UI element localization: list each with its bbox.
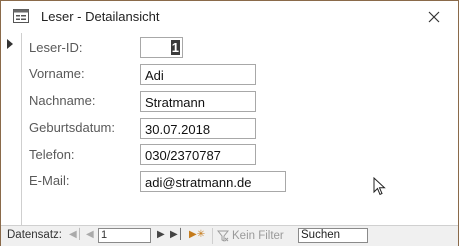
filter-icon <box>217 230 229 242</box>
label-telefon: Telefon: <box>29 147 75 162</box>
label-nachname: Nachname: <box>29 93 96 108</box>
geburtsdatum-field[interactable]: 30.07.2018 <box>140 118 256 139</box>
filter-button[interactable]: Kein Filter <box>212 228 284 244</box>
telefon-field[interactable]: 030/2370787 <box>140 144 256 165</box>
leser-id-field[interactable]: 1 <box>140 37 183 58</box>
new-record-icon[interactable]: ▶✳ <box>189 229 205 240</box>
form-icon <box>13 9 29 23</box>
label-geburtsdatum: Geburtsdatum: <box>29 120 115 135</box>
title-bar: Leser - Detailansicht <box>1 1 458 33</box>
leser-id-value: 1 <box>170 40 180 55</box>
label-vorname: Vorname: <box>29 66 85 81</box>
next-record-icon[interactable]: ▶ <box>157 229 165 240</box>
label-leser-id: Leser-ID: <box>29 40 83 55</box>
current-record-arrow-icon <box>7 39 13 49</box>
record-navigation-bar: Datensatz: ◀│ ◀ 1 ▶ ▶│ ▶✳ Kein Filter Su… <box>1 225 458 246</box>
previous-record-icon[interactable]: ◀ <box>86 229 94 240</box>
window-title: Leser - Detailansicht <box>41 9 160 24</box>
close-icon <box>428 11 440 23</box>
vorname-field[interactable]: Adi <box>140 64 256 85</box>
search-input[interactable]: Suchen <box>298 228 368 243</box>
mouse-pointer-icon <box>373 177 386 196</box>
label-email: E-Mail: <box>29 173 70 188</box>
email-field[interactable]: adi@stratmann.de <box>140 171 286 192</box>
last-record-icon[interactable]: ▶│ <box>170 229 184 240</box>
filter-label: Kein Filter <box>232 230 284 242</box>
nachname-field[interactable]: Stratmann <box>140 91 256 112</box>
record-selector[interactable] <box>1 33 22 225</box>
close-button[interactable] <box>419 3 449 31</box>
form-window: Leser - Detailansicht Leser-ID: 1 Vornam… <box>0 0 459 246</box>
current-record-input[interactable]: 1 <box>98 228 151 243</box>
first-record-icon[interactable]: ◀│ <box>69 229 83 240</box>
record-label: Datensatz: <box>7 229 62 241</box>
detail-section: Leser-ID: 1 Vorname: Adi Nachname: Strat… <box>22 33 458 225</box>
